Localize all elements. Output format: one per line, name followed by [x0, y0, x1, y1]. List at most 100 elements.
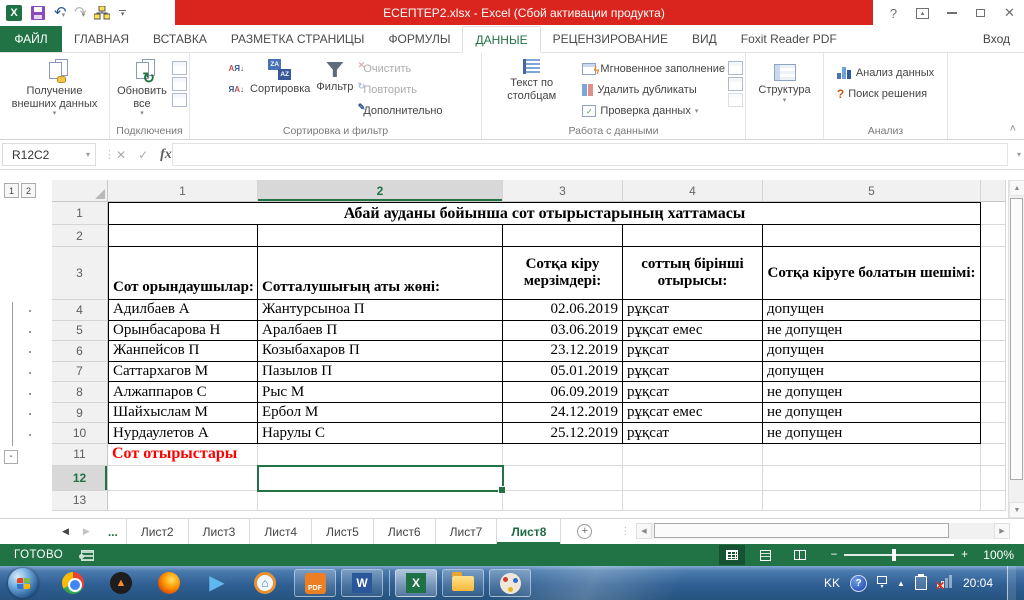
word-taskbar-button[interactable]: W: [341, 569, 383, 597]
cell[interactable]: [763, 443, 981, 466]
tab-review[interactable]: РЕЦЕНЗИРОВАНИЕ: [541, 26, 680, 52]
select-all-corner[interactable]: [52, 180, 108, 202]
outline-button[interactable]: Структура ▾: [755, 56, 813, 108]
scroll-left-button[interactable]: ◀: [636, 523, 652, 539]
qat-customize-button[interactable]: ▾: [119, 9, 127, 18]
cell[interactable]: рұқсат: [623, 300, 763, 321]
org-chart-icon[interactable]: [94, 6, 111, 20]
start-button[interactable]: [8, 568, 38, 598]
advanced-filter-button[interactable]: ✎ Дополнительно: [356, 100, 445, 121]
cell[interactable]: не допущен: [763, 423, 981, 444]
network-icon[interactable]: ✕: [935, 575, 953, 593]
cell[interactable]: Абай ауданы бойынша сот отырыстарының ха…: [108, 202, 981, 225]
clock[interactable]: 20:04: [963, 576, 993, 590]
row-header-12[interactable]: 12: [52, 465, 108, 491]
cell[interactable]: 05.01.2019: [503, 361, 623, 383]
new-sheet-button[interactable]: +: [577, 524, 593, 539]
cell[interactable]: [503, 443, 623, 466]
row-header-4[interactable]: 4: [52, 300, 108, 321]
row-header-13[interactable]: 13: [52, 490, 108, 511]
cell[interactable]: не допущен: [763, 320, 981, 342]
hidden-icons-button[interactable]: ▲: [897, 579, 905, 588]
cell[interactable]: не допущен: [763, 382, 981, 403]
more-sheets-button[interactable]: ...: [100, 519, 126, 544]
cell[interactable]: [258, 443, 503, 466]
cancel-button[interactable]: ✕: [116, 148, 126, 162]
cell[interactable]: [981, 247, 1006, 300]
tab-page-layout[interactable]: РАЗМЕТКА СТРАНИЦЫ: [219, 26, 377, 52]
cell[interactable]: Саттархагов М: [108, 361, 258, 383]
home-browser-icon[interactable]: ⌂: [252, 570, 278, 596]
consolidate-icon[interactable]: [728, 61, 743, 75]
cell[interactable]: [503, 490, 623, 511]
help-button[interactable]: ?: [879, 0, 908, 26]
firefox-icon[interactable]: [156, 570, 182, 596]
cell[interactable]: рұқсат: [623, 341, 763, 362]
cell[interactable]: 06.09.2019: [503, 382, 623, 403]
cell[interactable]: [981, 490, 1006, 511]
column-header-3[interactable]: 3: [503, 180, 623, 202]
column-header-1[interactable]: 1: [108, 180, 258, 202]
cell[interactable]: [981, 402, 1006, 424]
sheet-tab-Лист8[interactable]: Лист8: [497, 519, 562, 544]
formula-input[interactable]: [172, 143, 1008, 166]
enter-button[interactable]: ✓: [138, 148, 148, 162]
tray-help-icon[interactable]: ?: [850, 574, 868, 592]
show-desktop-button[interactable]: [1007, 566, 1016, 600]
tab-splitter[interactable]: ⋮: [620, 526, 631, 537]
game-taskbar-button[interactable]: [489, 569, 531, 597]
cell[interactable]: [981, 341, 1006, 362]
properties-icon[interactable]: [172, 77, 187, 91]
solver-button[interactable]: ? Поиск решения: [834, 83, 937, 104]
cell[interactable]: Ербол М: [258, 402, 503, 424]
row-header-6[interactable]: 6: [52, 341, 108, 362]
tray-window-icon[interactable]: ▾: [877, 576, 888, 590]
zoom-level[interactable]: 100%: [976, 548, 1014, 562]
cell[interactable]: [503, 225, 623, 247]
edit-links-icon[interactable]: [172, 93, 187, 107]
row-header-10[interactable]: 10: [52, 423, 108, 444]
cell[interactable]: 24.12.2019: [503, 402, 623, 424]
cell[interactable]: 25.12.2019: [503, 423, 623, 444]
what-if-analysis-icon[interactable]: [728, 77, 743, 91]
column-header-5[interactable]: 5: [763, 180, 981, 202]
cell[interactable]: допущен: [763, 300, 981, 321]
cell[interactable]: [258, 465, 503, 491]
column-header-2[interactable]: 2: [258, 180, 503, 202]
cell[interactable]: Козыбахаров П: [258, 341, 503, 362]
outline-level-1-button[interactable]: 1: [4, 183, 19, 198]
ribbon-display-options-button[interactable]: ▴: [908, 0, 937, 26]
cell[interactable]: Нарулы С: [258, 423, 503, 444]
restore-button[interactable]: [966, 0, 995, 26]
cell[interactable]: Шайхыслам М: [108, 402, 258, 424]
scroll-up-button[interactable]: ▲: [1009, 180, 1024, 196]
cell[interactable]: рұқсат: [623, 361, 763, 383]
name-box[interactable]: R12C2 ▾: [2, 143, 96, 166]
cell[interactable]: [981, 320, 1006, 342]
cell[interactable]: [981, 202, 1006, 225]
cell[interactable]: [981, 465, 1006, 491]
cell[interactable]: рұқсат: [623, 382, 763, 403]
sheet-tab-Лист6[interactable]: Лист6: [374, 519, 436, 544]
collapse-ribbon-button[interactable]: ˄: [1010, 123, 1016, 135]
cell[interactable]: Адилбаев А: [108, 300, 258, 321]
normal-view-button[interactable]: [718, 545, 745, 565]
cell[interactable]: [763, 465, 981, 491]
save-icon[interactable]: [31, 6, 45, 20]
close-button[interactable]: ✕: [995, 0, 1024, 26]
data-validation-button[interactable]: ✓ Проверка данных ▾: [579, 100, 728, 121]
tab-insert[interactable]: ВСТАВКА: [141, 26, 219, 52]
tab-file[interactable]: ФАЙЛ: [0, 26, 62, 52]
excel-taskbar-button[interactable]: X: [395, 569, 437, 597]
chrome-icon[interactable]: [60, 570, 86, 596]
cell[interactable]: [108, 465, 258, 491]
redo-button[interactable]: ↷▾: [74, 4, 87, 22]
row-header-11[interactable]: 11: [52, 443, 108, 466]
data-analysis-button[interactable]: Анализ данных: [834, 62, 937, 83]
cell[interactable]: [623, 465, 763, 491]
row-header-7[interactable]: 7: [52, 361, 108, 383]
horizontal-scroll-track[interactable]: [652, 523, 994, 539]
sheet-tab-Лист4[interactable]: Лист4: [250, 519, 313, 544]
vertical-scrollbar[interactable]: ▲ ▼: [1008, 180, 1024, 518]
connections-icon[interactable]: [172, 61, 187, 75]
